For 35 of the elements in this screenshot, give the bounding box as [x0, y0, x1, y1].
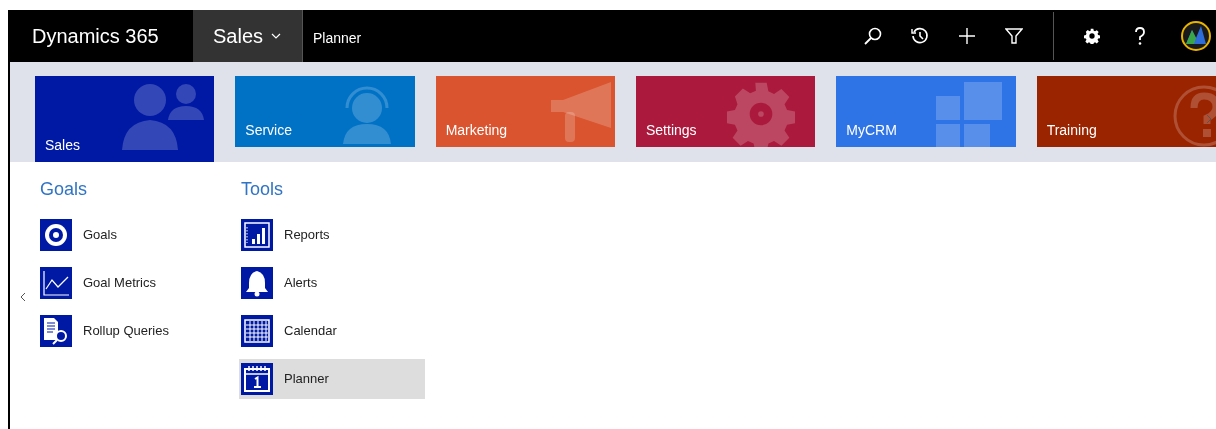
history-icon[interactable]	[911, 27, 929, 45]
settings-icon[interactable]	[1084, 28, 1100, 44]
app-tile[interactable]: MyCRM	[836, 76, 1016, 147]
calendar-icon	[241, 315, 273, 347]
line-chart-icon	[40, 267, 72, 299]
bar-chart-report-icon	[241, 219, 273, 251]
app-tile[interactable]: Marketing	[435, 76, 615, 147]
menu-item[interactable]: Planner	[239, 359, 425, 399]
menu-item[interactable]: Calendar	[239, 311, 425, 351]
group-heading: Tools	[240, 178, 285, 201]
menu-item[interactable]: Reports	[239, 215, 425, 255]
menu-item[interactable]: Rollup Queries	[38, 311, 224, 351]
planner-calendar-icon	[241, 363, 273, 395]
menu-item[interactable]: Goals	[38, 215, 224, 255]
bell-icon	[241, 267, 273, 299]
filter-icon[interactable]	[1005, 28, 1023, 44]
gear-icon	[727, 80, 796, 147]
chevron-down-icon	[271, 33, 282, 39]
breadcrumb: Planner	[312, 28, 362, 48]
app-tile[interactable]: Sales	[35, 76, 215, 162]
module-dropdown[interactable]: Sales	[193, 10, 303, 62]
target-icon	[40, 219, 72, 251]
menu-item[interactable]: Goal Metrics	[38, 263, 224, 303]
group-heading: Goals	[39, 178, 89, 201]
help-icon[interactable]	[1134, 27, 1146, 45]
app-tile[interactable]: Service	[235, 76, 415, 147]
product-title: Dynamics 365	[31, 24, 160, 49]
plus-icon[interactable]	[958, 27, 976, 45]
search-icon[interactable]	[864, 27, 882, 45]
app-tile[interactable]: Training	[1036, 76, 1216, 147]
menu-item[interactable]: Alerts	[239, 263, 425, 303]
chevron-left-icon[interactable]	[20, 292, 26, 302]
document-search-icon	[40, 315, 72, 347]
app-tile[interactable]: Settings	[636, 76, 816, 147]
app-logo-icon[interactable]	[1180, 20, 1212, 52]
